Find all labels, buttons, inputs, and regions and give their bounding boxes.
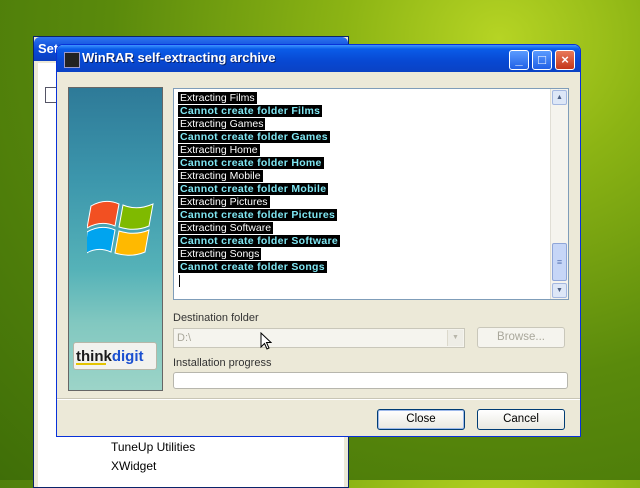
text-caret [179, 275, 180, 287]
log-line-text: Extracting Games [178, 118, 266, 130]
scroll-down-icon[interactable]: ▼ [552, 283, 567, 298]
log-line-info: Extracting Pictures [178, 196, 340, 209]
log-line-text: Cannot create folder Games [178, 131, 330, 143]
progress-label: Installation progress [173, 357, 272, 369]
thinkdigit-logo-icon: thinkdigit [76, 348, 144, 365]
windows-flag-icon [87, 200, 154, 256]
log-line-info: Extracting Films [178, 92, 340, 105]
scroll-thumb[interactable]: ≡ [552, 243, 567, 281]
log-line-info: Extracting Mobile [178, 170, 340, 183]
extraction-log[interactable]: Extracting Films Cannot create folder Fil… [173, 88, 569, 300]
log-line-text: Extracting Home [178, 144, 260, 156]
log-lines: Extracting Films Cannot create folder Fil… [178, 92, 341, 274]
destination-combobox[interactable]: D:\ ▼ [173, 328, 465, 348]
close-button[interactable]: Close [377, 409, 465, 430]
scroll-up-icon[interactable]: ▲ [552, 90, 567, 105]
destination-label: Destination folder [173, 312, 259, 324]
log-line-error: Cannot create folder Films [178, 105, 340, 118]
log-line-text: Extracting Films [178, 92, 257, 104]
log-line-text: Extracting Pictures [178, 196, 270, 208]
cancel-button[interactable]: Cancel [477, 409, 565, 430]
log-line-text: Cannot create folder Software [178, 235, 341, 247]
winrar-dialog: WinRAR self-extracting archive _ □ × thi… [56, 44, 581, 437]
log-line-error: Cannot create folder Songs [178, 261, 340, 274]
destination-value: D:\ [177, 332, 192, 344]
log-line-text: Cannot create folder Home [178, 157, 324, 169]
sidebar-image: thinkdigit thinkdigit [68, 87, 163, 391]
mouse-pointer-icon [260, 332, 272, 350]
log-line-text: Cannot create folder Pictures [178, 209, 338, 221]
minimize-button[interactable]: _ [509, 50, 529, 70]
maximize-button[interactable]: □ [532, 50, 552, 70]
log-line-text: Extracting Software [178, 222, 274, 234]
brand-logo: thinkdigit thinkdigit [73, 342, 157, 370]
list-item-xwidget[interactable]: XWidget [111, 459, 156, 473]
log-line-text: Extracting Songs [178, 248, 262, 260]
list-item-tuneup[interactable]: TuneUp Utilities [111, 440, 195, 454]
log-line-error: Cannot create folder Pictures [178, 209, 340, 222]
svg-text:thinkdigit: thinkdigit [76, 348, 144, 365]
log-line-text: Cannot create folder Films [178, 105, 323, 117]
log-line-error: Cannot create folder Software [178, 235, 341, 248]
browse-button[interactable]: Browse... [477, 327, 565, 348]
log-scrollbar[interactable]: ▲ ≡ ▼ [550, 89, 568, 299]
log-line-error: Cannot create folder Games [178, 131, 340, 144]
title-bar[interactable]: WinRAR self-extracting archive _ □ × [57, 45, 580, 72]
divider [57, 398, 580, 400]
log-line-info: Extracting Songs [178, 248, 340, 261]
winrar-app-icon [64, 52, 80, 68]
log-line-error: Cannot create folder Home [178, 157, 340, 170]
log-line-text: Cannot create folder Mobile [178, 183, 329, 195]
log-line-info: Extracting Home [178, 144, 340, 157]
log-line-text: Extracting Mobile [178, 170, 263, 182]
chevron-down-icon[interactable]: ▼ [447, 330, 463, 346]
close-window-button[interactable]: × [555, 50, 575, 70]
window-title: WinRAR self-extracting archive [82, 50, 276, 65]
log-line-error: Cannot create folder Mobile [178, 183, 340, 196]
log-line-info: Extracting Software [178, 222, 340, 235]
installation-progress-bar [173, 372, 568, 389]
log-line-info: Extracting Games [178, 118, 340, 131]
log-line-text: Cannot create folder Songs [178, 261, 327, 273]
